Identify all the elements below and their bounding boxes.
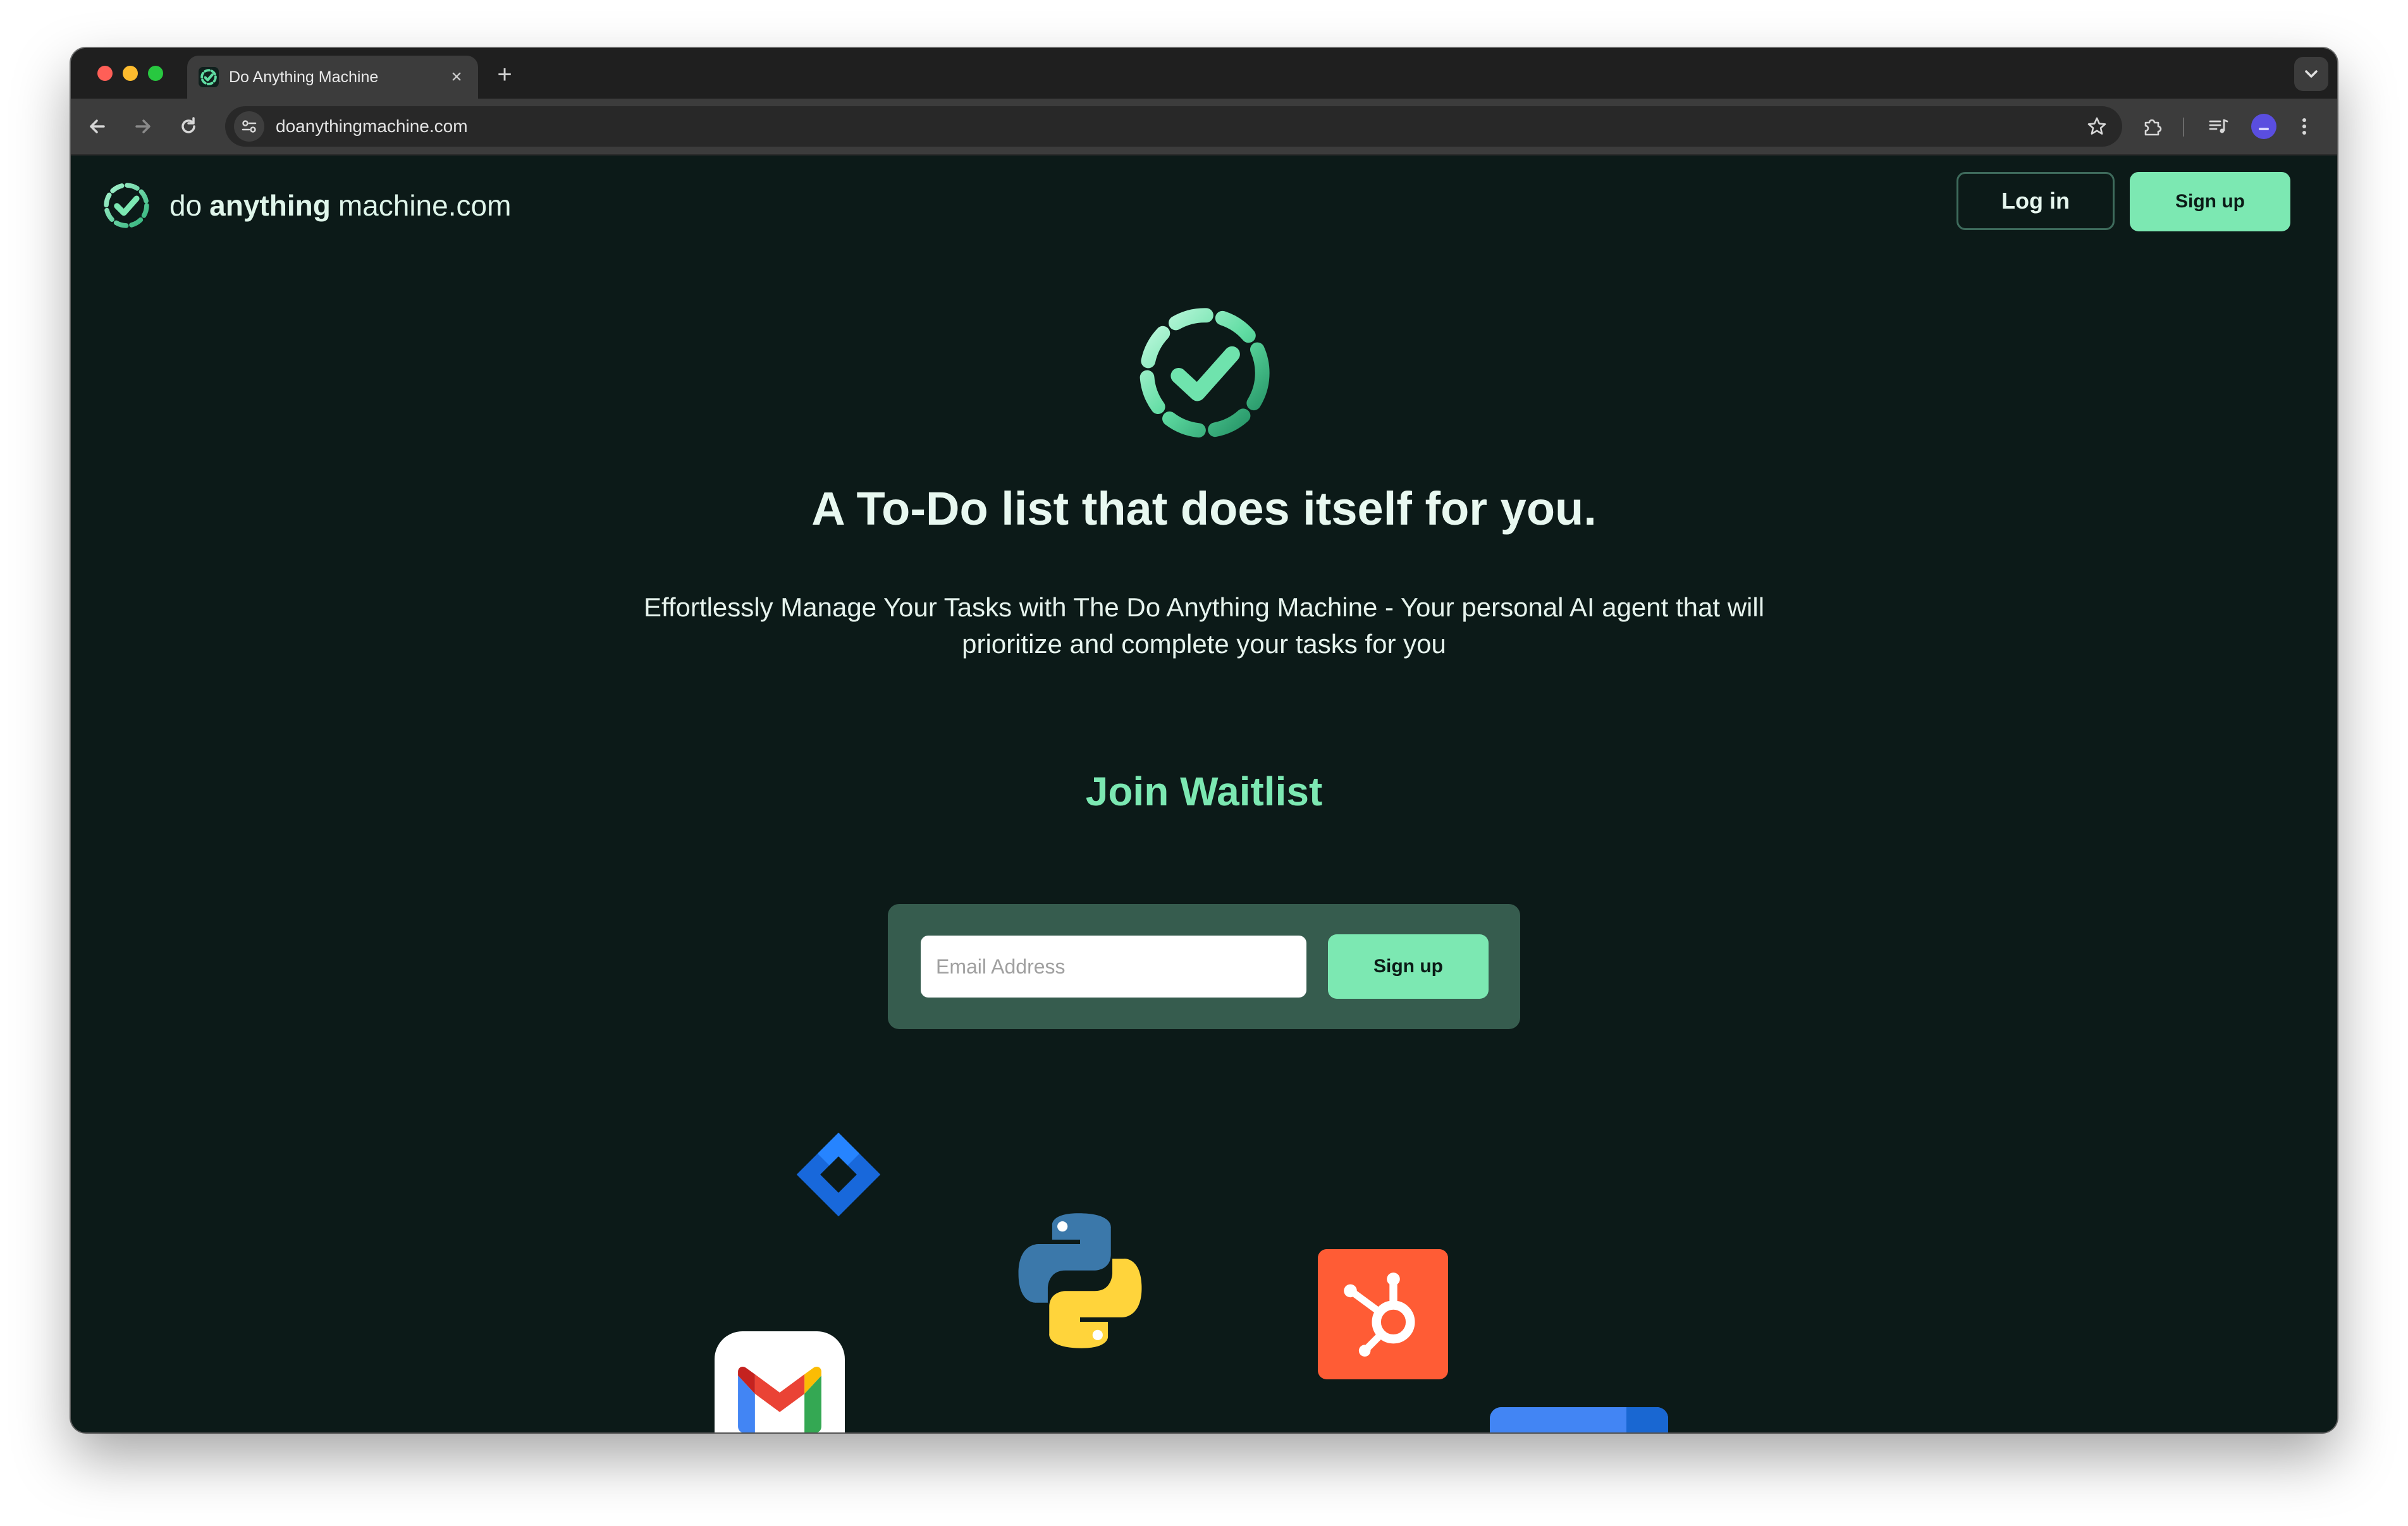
login-button[interactable]: Log in — [1956, 172, 2115, 230]
waitlist-signup-button[interactable]: Sign up — [1328, 934, 1489, 999]
extensions-button[interactable] — [2137, 111, 2168, 142]
site-info-button[interactable] — [234, 111, 264, 142]
arrow-left-icon — [90, 119, 105, 133]
back-button[interactable] — [82, 111, 113, 142]
brand-link[interactable]: do anything machine.com — [100, 178, 511, 233]
bookmark-button[interactable] — [2083, 113, 2111, 140]
zoom-window-button[interactable] — [148, 66, 163, 81]
media-button[interactable] — [2203, 111, 2233, 142]
kebab-menu-icon — [2302, 118, 2306, 135]
python-icon — [1018, 1213, 1142, 1348]
reload-button[interactable] — [173, 111, 204, 142]
profile-avatar[interactable] — [2251, 114, 2276, 139]
forward-button[interactable] — [128, 111, 158, 142]
brand-do: do — [169, 189, 202, 222]
minimize-window-button[interactable] — [123, 66, 138, 81]
star-icon — [2087, 117, 2106, 135]
google-calendar-icon: 31 — [1490, 1407, 1668, 1432]
waitlist-title: Join Waitlist — [1085, 769, 1323, 814]
hubspot-icon — [1318, 1249, 1448, 1379]
hubspot-sprocket-icon — [1344, 1273, 1415, 1357]
browser-toolbar: doanythingmachine.com — [71, 99, 2337, 156]
tab-do-anything-machine[interactable]: Do Anything Machine × — [187, 56, 478, 99]
screenshot-stage: Do Anything Machine × + doanythingmachin… — [0, 0, 2408, 1526]
browser-window: Do Anything Machine × + doanythingmachin… — [71, 48, 2337, 1432]
hero-logo-icon — [1140, 308, 1270, 438]
hero-subtitle: Effortlessly Manage Your Tasks with The … — [643, 592, 1765, 659]
tab-strip: Do Anything Machine × + — [71, 48, 2337, 99]
hero-headline: A To-Do list that does itself for you. — [811, 482, 1597, 535]
jira-icon — [796, 1132, 881, 1217]
address-bar[interactable]: doanythingmachine.com — [225, 106, 2122, 147]
tab-title: Do Anything Machine — [229, 68, 379, 86]
email-field[interactable] — [921, 936, 1306, 998]
url-text: doanythingmachine.com — [276, 116, 468, 136]
waitlist-form: Sign up — [888, 904, 1520, 1029]
signup-button[interactable]: Sign up — [2130, 172, 2290, 231]
brand-wordmark: do anything machine.com — [169, 186, 511, 224]
close-window-button[interactable] — [97, 66, 113, 81]
favicon-icon — [199, 67, 219, 87]
tab-search-button[interactable] — [2294, 57, 2328, 91]
tune-icon — [242, 120, 257, 133]
browser-menu-button[interactable] — [2289, 111, 2319, 142]
brand-machine: machine.com — [338, 189, 512, 222]
new-tab-button[interactable]: + — [491, 61, 519, 89]
tab-close-icon[interactable]: × — [445, 66, 468, 89]
calendar-icon: 31 — [1490, 1407, 1668, 1432]
logo-icon — [104, 183, 149, 228]
arrow-right-icon — [135, 119, 150, 133]
brand-anything: anything — [209, 189, 331, 222]
chevron-down-icon — [2305, 70, 2318, 78]
toolbar-divider — [2183, 118, 2184, 137]
reload-icon — [181, 117, 195, 133]
gmail-icon — [715, 1331, 845, 1432]
web-page: do anything machine.com Log in Sign up A T… — [71, 156, 2337, 1432]
media-queue-icon — [2209, 119, 2228, 133]
puzzle-icon — [2144, 119, 2162, 136]
gmail-m-icon — [738, 1367, 821, 1432]
